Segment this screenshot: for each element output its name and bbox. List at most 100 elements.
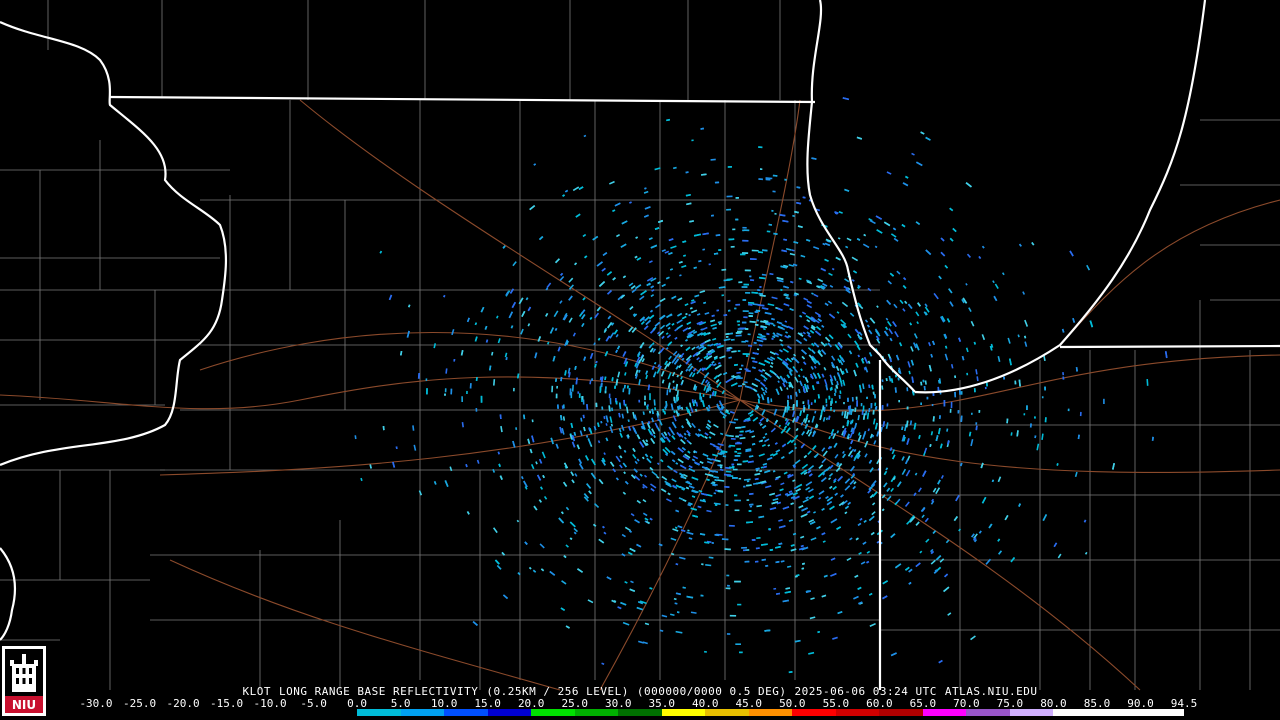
echo-pixel — [734, 455, 741, 457]
echo-pixel — [726, 633, 731, 635]
echo-pixel — [734, 509, 740, 512]
echo-pixel — [425, 378, 428, 381]
echo-pixel — [734, 307, 737, 310]
echo-pixel — [702, 394, 705, 398]
scale-swatch — [792, 709, 836, 716]
echo-pixel — [866, 396, 868, 399]
scale-swatch — [1096, 709, 1141, 716]
echo-pixel — [833, 409, 836, 413]
echo-pixel — [746, 499, 750, 501]
echo-pixel — [860, 403, 863, 407]
scale-swatch — [661, 709, 706, 716]
echo-pixel — [742, 310, 749, 313]
echo-pixel — [745, 292, 751, 294]
scale-swatch — [357, 709, 401, 716]
color-scale-labels: -30.0 -25.0 -20.0 -15.0 -10.0 -5.0 0.0 5.0 10.0 1… — [0, 697, 1280, 710]
echo-pixel — [601, 406, 604, 410]
echo-pixel — [742, 383, 746, 386]
echo-pixel — [1067, 408, 1070, 412]
echo-pixel — [874, 402, 877, 406]
echo-pixel — [735, 334, 742, 337]
scale-swatch — [96, 709, 140, 716]
echo-pixel — [746, 480, 750, 483]
echo-pixel — [796, 400, 798, 407]
echo-pixel — [984, 387, 987, 390]
echo-pixel — [906, 406, 909, 410]
echo-pixel — [604, 391, 607, 394]
echo-pixel — [582, 399, 585, 405]
echo-pixel — [721, 294, 724, 297]
echo-pixel — [745, 340, 749, 343]
echo-pixel — [665, 405, 668, 408]
echo-pixel — [743, 316, 748, 319]
echo-pixel — [898, 400, 900, 403]
echo-pixel — [691, 399, 694, 403]
echo-pixel — [726, 195, 733, 198]
echo-pixel — [741, 321, 747, 324]
echo-pixel — [843, 401, 845, 405]
echo-pixel — [444, 393, 446, 396]
color-scale-bar — [96, 709, 1184, 716]
echo-pixel — [444, 388, 447, 393]
echo-pixel — [1014, 380, 1017, 385]
echo-pixel — [708, 263, 711, 266]
echo-pixel — [704, 650, 707, 653]
scale-swatch — [1009, 709, 1054, 716]
echo-pixel — [556, 385, 559, 389]
echo-pixel — [562, 404, 565, 409]
echo-pixel — [758, 178, 763, 181]
scale-swatch — [226, 709, 271, 716]
echo-pixel — [735, 643, 741, 645]
echo-pixel — [461, 396, 463, 403]
echo-pixel — [644, 395, 646, 401]
echo-pixel — [756, 319, 759, 322]
echo-pixel — [741, 286, 748, 288]
echo-pixel — [732, 477, 738, 479]
echo-pixel — [765, 564, 769, 567]
echo-pixel — [557, 404, 559, 409]
echo-pixel — [872, 391, 875, 395]
scale-swatch — [574, 709, 619, 716]
echo-pixel — [749, 275, 752, 278]
echo-pixel — [754, 560, 759, 563]
echo-pixel — [733, 468, 738, 471]
echo-pixel — [954, 391, 957, 398]
echo-pixel — [734, 494, 738, 497]
echo-pixel — [727, 309, 731, 312]
echo-pixel — [870, 402, 873, 409]
echo-pixel — [742, 353, 750, 355]
echo-pixel — [748, 303, 753, 306]
echo-pixel — [737, 350, 741, 352]
echo-pixel — [1026, 405, 1028, 410]
echo-pixel — [847, 405, 850, 410]
echo-pixel — [759, 168, 763, 171]
echo-pixel — [649, 393, 651, 401]
echo-pixel — [1079, 411, 1082, 417]
echo-pixel — [622, 388, 625, 393]
echo-pixel — [807, 399, 810, 405]
echo-pixel — [862, 405, 865, 412]
echo-pixel — [469, 383, 472, 389]
echo-pixel — [737, 324, 740, 326]
echo-pixel — [838, 395, 841, 399]
echo-pixel — [831, 398, 833, 404]
echo-pixel — [960, 391, 963, 395]
echo-pixel — [744, 560, 750, 563]
echo-pixel — [691, 139, 694, 142]
echo-pixel — [742, 226, 747, 229]
echo-pixel — [739, 368, 742, 370]
echo-pixel — [638, 399, 641, 403]
echo-pixel — [978, 410, 981, 413]
echo-pixel — [701, 563, 704, 566]
echo-pixel — [770, 398, 773, 403]
echo-pixel — [728, 524, 735, 527]
echo-pixel — [711, 214, 714, 217]
echo-pixel — [771, 209, 774, 212]
echo-pixel — [748, 315, 753, 317]
echo-pixel — [734, 499, 741, 502]
echo-pixel — [855, 396, 858, 400]
echo-pixel — [1003, 376, 1006, 380]
echo-pixel — [810, 402, 813, 405]
echo-pixel — [709, 394, 712, 399]
echo-pixel — [759, 285, 762, 288]
